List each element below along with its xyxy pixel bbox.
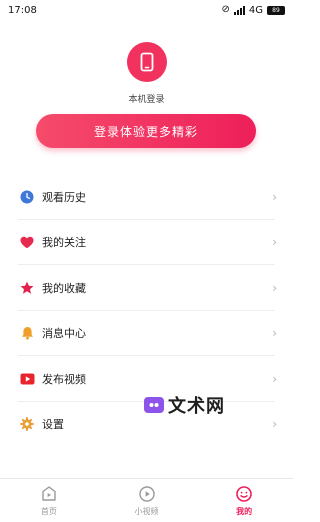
menu-item-following[interactable]: 我的关注 › [0,220,293,266]
tab-label: 我的 [236,506,253,516]
gear-icon [19,416,35,432]
signal-icon [233,5,245,15]
chevron-right-icon: › [272,280,277,295]
clock-icon [19,189,35,205]
star-icon [19,280,35,296]
menu-item-label: 观看历史 [42,190,86,204]
phone-icon [140,52,153,72]
menu-item-messages[interactable]: 消息中心 › [0,311,293,357]
login-area: 本机登录 [0,38,293,105]
tab-home[interactable]: 首页 [0,479,98,522]
tab-label: 首页 [40,506,57,516]
local-login-label: 本机登录 [128,95,165,105]
watermark: 文术网 [144,392,225,418]
status-time: 17:08 [8,4,37,16]
menu-item-label: 发布视频 [42,372,86,386]
chevron-right-icon: › [272,189,277,204]
play-icon [19,371,35,387]
network-type: 4G [248,4,263,16]
chevron-right-icon: › [272,371,277,386]
bottom-tab-bar: 首页 小视频 我的 [0,478,293,522]
watermark-logo-icon [144,397,164,413]
chevron-right-icon: › [272,235,277,250]
menu-item-watch-history[interactable]: 观看历史 › [0,174,293,220]
alarm-off-icon: ⊘ [221,4,230,15]
tab-mine[interactable]: 我的 [195,479,293,522]
watermark-text: 文术网 [168,396,225,417]
menu-item-favorites[interactable]: 我的收藏 › [0,265,293,311]
video-play-icon [138,485,155,502]
menu-item-label: 消息中心 [42,327,86,341]
bell-icon [19,325,35,341]
chevron-right-icon: › [272,417,277,432]
chevron-right-icon: › [272,326,277,341]
heart-icon [19,234,35,250]
home-play-icon [42,485,56,501]
local-login-button[interactable] [126,42,167,82]
login-button[interactable]: 登录体验更多精彩 [36,114,256,148]
smile-icon [236,485,252,502]
tab-label: 小视频 [134,506,159,516]
menu-item-label: 我的收藏 [42,281,86,295]
battery-icon: 89 [267,5,285,15]
status-bar: 17:08 ⊘ 4G 89 [0,0,293,20]
menu-item-label: 设置 [42,418,64,432]
menu-item-label: 我的关注 [42,236,86,250]
status-icons: ⊘ 4G 89 [221,5,285,16]
tab-short-video[interactable]: 小视频 [98,479,196,522]
